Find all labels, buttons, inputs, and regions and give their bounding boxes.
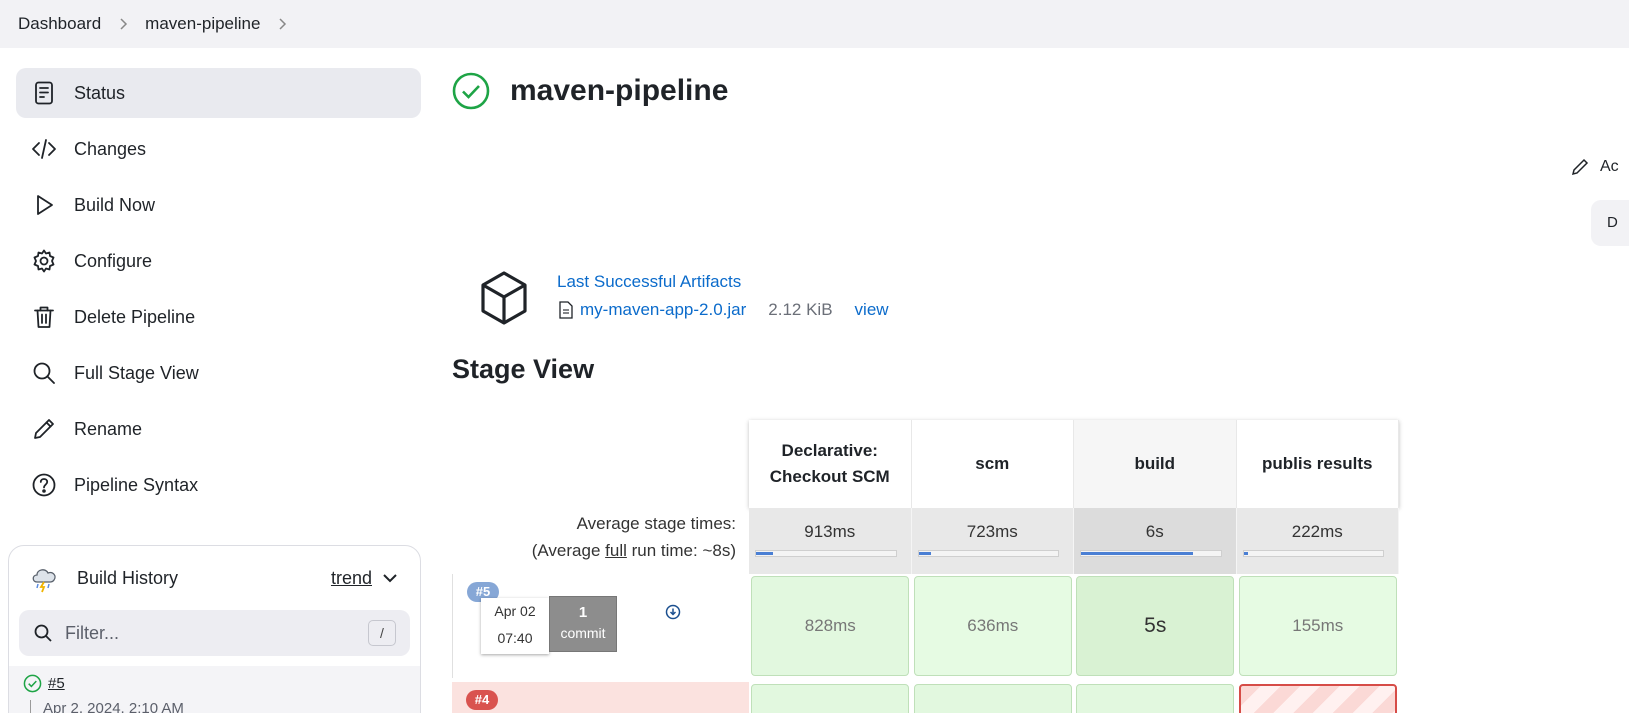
breadcrumb-maven-pipeline[interactable]: maven-pipeline [145, 14, 260, 34]
build-history-panel: Build History trend / #5 Apr 2, 2024, 2:… [8, 545, 421, 713]
sidebar-item-changes[interactable]: Changes [16, 124, 421, 174]
disable-project-button[interactable]: D [1591, 200, 1629, 246]
page-title: maven-pipeline [510, 74, 729, 107]
stage-cell[interactable]: 155ms [1238, 576, 1397, 676]
sidebar-item-delete-pipeline[interactable]: Delete Pipeline [16, 292, 421, 342]
chevron-right-icon[interactable] [117, 18, 129, 30]
progress-fill [1243, 552, 1248, 555]
stage-cell[interactable] [751, 684, 910, 713]
stage-cell[interactable]: 636ms [913, 576, 1072, 676]
last-successful-artifacts: Last Successful Artifacts my-maven-app-2… [477, 268, 889, 328]
average-progress-bar [1080, 550, 1222, 557]
stage-header: scm [911, 420, 1074, 508]
pencil-icon [31, 416, 57, 442]
commit-count-button[interactable]: 1 commit [549, 596, 617, 652]
artifact-size: 2.12 KiB [768, 300, 833, 319]
sidebar-item-label: Full Stage View [74, 362, 199, 383]
sidebar-item-label: Changes [74, 138, 147, 159]
run-badge[interactable]: #4 [466, 690, 498, 710]
stage-cell[interactable] [1076, 684, 1235, 713]
file-icon [559, 301, 573, 319]
sidebar-item-label: Delete Pipeline [74, 306, 196, 327]
progress-fill [1081, 552, 1193, 555]
shortcut-key: / [368, 620, 396, 646]
sidebar-item-label: Rename [74, 418, 143, 439]
add-description-action[interactable]: Ac [1570, 157, 1619, 177]
add-description-label: Ac [1600, 158, 1619, 175]
breadcrumb-dashboard[interactable]: Dashboard [18, 14, 101, 34]
sidebar-item-status[interactable]: Status [16, 68, 421, 118]
search-icon [34, 624, 52, 642]
gear-icon [31, 248, 57, 274]
trash-icon [31, 304, 57, 330]
sidebar-item-full-stage-view[interactable]: Full Stage View [16, 348, 421, 398]
breadcrumb: Dashboard maven-pipeline [0, 0, 1629, 48]
search-icon [31, 360, 57, 386]
full-run-link[interactable]: full [605, 541, 627, 560]
weather-storm-icon [32, 569, 56, 593]
document-icon [31, 80, 57, 106]
sidebar-item-label: Status [74, 82, 126, 103]
pencil-icon [1571, 158, 1589, 176]
run-info: #5 Apr 02 07:40 1 commit [452, 574, 749, 678]
stage-header: build [1074, 420, 1237, 508]
stage-view-heading: Stage View [452, 354, 595, 384]
stage-header: Declarative: Checkout SCM [749, 420, 912, 508]
run-stage-cells [749, 682, 1399, 713]
stage-cell-failed[interactable] [1238, 684, 1397, 713]
build-history-row[interactable]: #5 Apr 2, 2024, 2:10 AM [9, 666, 420, 713]
chevron-down-icon[interactable] [380, 568, 400, 588]
average-time-cell: 723ms [912, 508, 1074, 574]
average-times-label: Average stage times: (Average full run t… [531, 514, 736, 560]
code-icon [31, 136, 57, 162]
progress-fill [756, 552, 773, 555]
average-progress-bar [917, 550, 1059, 557]
sidebar: Status Changes Build Now Configure Delet… [16, 68, 421, 516]
artifact-view-link[interactable]: view [855, 300, 889, 320]
chevron-right-icon[interactable] [276, 18, 288, 30]
sidebar-item-configure[interactable]: Configure [16, 236, 421, 286]
download-icon[interactable] [665, 604, 681, 620]
run-row: #4 [452, 682, 1399, 713]
average-times-row: 913ms 723ms 6s 222ms [749, 508, 1399, 574]
run-date-card: Apr 02 07:40 [481, 598, 549, 654]
stage-cell[interactable]: 5s [1076, 576, 1235, 676]
stage-header: publis results [1236, 420, 1399, 508]
build-number-link[interactable]: #5 [48, 675, 65, 692]
package-icon [481, 271, 527, 325]
artifact-file-link[interactable]: my-maven-app-2.0.jar [580, 300, 746, 320]
average-time-cell: 6s [1074, 508, 1237, 574]
average-progress-bar [755, 550, 897, 557]
average-time-cell: 222ms [1237, 508, 1399, 574]
sidebar-item-label: Configure [74, 250, 153, 271]
trend-link[interactable]: trend [331, 568, 372, 589]
page-header: maven-pipeline [452, 72, 728, 110]
build-date: Apr 2, 2024, 2:10 AM [23, 700, 420, 713]
sidebar-item-label: Build Now [74, 194, 156, 215]
success-check-icon [23, 674, 42, 693]
sidebar-item-build-now[interactable]: Build Now [16, 180, 421, 230]
filter-input[interactable] [65, 622, 368, 644]
stage-cell[interactable]: 828ms [751, 576, 910, 676]
run-stage-cells: 828ms 636ms 5s 155ms [749, 574, 1399, 678]
run-row: #5 Apr 02 07:40 1 commit 828ms 636ms 5s … [452, 574, 1399, 678]
help-icon [31, 472, 57, 498]
stage-cell[interactable] [913, 684, 1072, 713]
average-progress-bar [1242, 550, 1384, 557]
sidebar-item-pipeline-syntax[interactable]: Pipeline Syntax [16, 460, 421, 510]
average-time-cell: 913ms [749, 508, 912, 574]
progress-fill [918, 552, 932, 555]
success-check-icon [452, 72, 490, 110]
sidebar-item-rename[interactable]: Rename [16, 404, 421, 454]
last-successful-artifacts-link[interactable]: Last Successful Artifacts [557, 272, 889, 292]
run-info: #4 [452, 682, 749, 713]
stage-header-row: Declarative: Checkout SCM scm build publi… [749, 420, 1399, 508]
build-history-title: Build History [77, 567, 179, 588]
play-icon [31, 192, 57, 218]
filter-box: / [19, 610, 410, 656]
sidebar-item-label: Pipeline Syntax [74, 474, 199, 495]
